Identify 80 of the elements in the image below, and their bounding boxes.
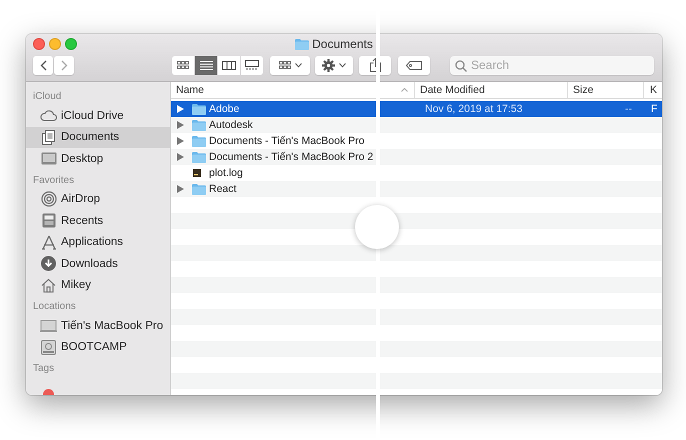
disclosure-triangle-icon[interactable]: [177, 121, 184, 129]
back-button[interactable]: [33, 56, 53, 74]
view-mode-button[interactable]: [195, 56, 217, 74]
disclosure-triangle-icon[interactable]: [177, 105, 184, 113]
folder-icon: [192, 104, 206, 114]
sidebar-item[interactable]: Documents: [26, 126, 170, 148]
sidebar-item[interactable]: iCloud Drive: [26, 105, 170, 126]
view-mode-button[interactable]: [218, 56, 240, 74]
file-row[interactable]: Documents - Tiến's MacBook Pro: [171, 133, 662, 149]
tag-icon: [406, 60, 422, 70]
column-view-icon: [222, 60, 236, 70]
file-name: Autodesk: [209, 119, 253, 131]
close-button[interactable]: [33, 38, 45, 50]
sidebar-heading: iCloud: [32, 90, 62, 103]
sort-chevron-icon: [401, 88, 408, 92]
column-header[interactable]: K: [650, 84, 658, 96]
file-row[interactable]: Autodesk: [171, 117, 662, 133]
sidebar-item[interactable]: AirDrop: [26, 188, 170, 210]
list-view-icon: [200, 60, 212, 70]
file-row[interactable]: React: [171, 181, 662, 197]
window-title: Documents: [312, 37, 373, 51]
column-header[interactable]: Date Modified: [420, 84, 485, 96]
cloud-icon: [40, 109, 57, 122]
grid-icon: [278, 61, 290, 69]
sidebar-item[interactable]: BOOTCAMP: [26, 336, 170, 358]
folder-icon: [192, 184, 206, 194]
sidebar-heading: Tags: [32, 362, 56, 375]
file-row[interactable]: Adobe Nov 6, 2019 at 17:53 -- F: [171, 101, 662, 117]
search-field[interactable]: Search: [450, 56, 654, 74]
date-modified: Nov 6, 2019 at 17:53: [425, 103, 522, 115]
sidebar-heading: Locations: [32, 300, 77, 313]
log-file-icon: [192, 168, 202, 178]
file-row[interactable]: plot.log: [171, 165, 662, 181]
airdrop-icon: [40, 191, 57, 208]
file-row[interactable]: Documents - Tiến's MacBook Pro 2: [171, 149, 662, 165]
folder-icon: [192, 136, 206, 146]
file-name: Documents - Tiến's MacBook Pro: [209, 135, 364, 147]
group-button[interactable]: [270, 56, 310, 74]
folder-icon: [192, 120, 206, 130]
zoom-button[interactable]: [65, 38, 77, 50]
desktop-icon: [40, 152, 57, 166]
kind-text: F: [651, 103, 658, 115]
icon-view-icon: [177, 61, 189, 69]
laptop-icon: [40, 320, 57, 332]
chevron-right-icon: [60, 60, 68, 70]
gear-icon: [322, 58, 335, 72]
disclosure-triangle-icon[interactable]: [177, 185, 184, 193]
sidebar-item[interactable]: Recents: [26, 210, 170, 232]
sidebar-heading: Favorites: [32, 174, 76, 186]
share-icon: [370, 58, 380, 72]
file-name: React: [209, 183, 236, 195]
download-icon: [40, 256, 57, 272]
caret-icon: [339, 62, 346, 68]
file-size: --: [625, 103, 632, 115]
chevron-left-icon: [40, 60, 46, 70]
documents-icon: [40, 130, 57, 145]
folder-icon: [192, 152, 206, 162]
file-name: Adobe: [209, 103, 240, 115]
sidebar-item[interactable]: Applications: [26, 232, 170, 253]
column-header[interactable]: Size: [573, 84, 594, 96]
action-button[interactable]: [315, 56, 353, 74]
gallery-view-icon: [245, 60, 259, 70]
title-folder-icon: [295, 38, 310, 50]
column-header[interactable]: Name: [176, 84, 204, 96]
disclosure-triangle-icon[interactable]: [177, 153, 184, 161]
view-mode-button[interactable]: [172, 56, 194, 74]
sidebar-item[interactable]: Downloads: [26, 253, 170, 274]
tag-button[interactable]: [398, 56, 430, 74]
home-icon: [40, 278, 57, 293]
search-icon: [455, 60, 467, 72]
recents-icon: [40, 213, 57, 228]
sidebar-item[interactable]: Tiến's MacBook Pro: [26, 315, 170, 336]
disclosure-triangle-icon[interactable]: [177, 137, 184, 145]
sidebar-item[interactable]: Desktop: [26, 148, 170, 170]
file-name: Documents - Tiến's MacBook Pro 2: [209, 151, 374, 163]
view-mode-button[interactable]: [241, 56, 263, 74]
file-name: plot.log: [209, 167, 243, 179]
sidebar-item[interactable]: Mikey: [26, 274, 170, 296]
caret-icon: [294, 62, 302, 68]
applications-icon: [40, 234, 57, 250]
